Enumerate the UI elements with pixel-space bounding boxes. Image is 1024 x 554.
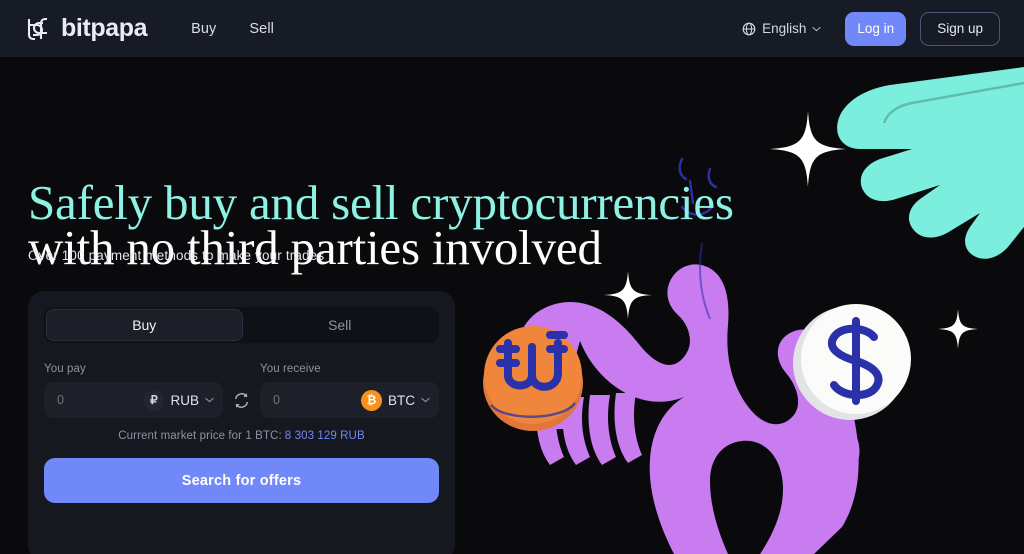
buy-sell-tabs: Buy Sell bbox=[44, 307, 439, 343]
sparkle-star-large bbox=[770, 111, 846, 187]
dollar-coin-icon bbox=[793, 304, 911, 420]
receive-currency-selector[interactable]: ₿ BTC bbox=[361, 389, 430, 411]
chevron-down-icon bbox=[205, 397, 214, 403]
nav-link-buy[interactable]: Buy bbox=[191, 21, 216, 37]
swap-arrows-icon bbox=[235, 392, 248, 408]
mint-hand-icon bbox=[837, 67, 1024, 259]
you-pay-field: You pay ₽ RUB bbox=[44, 363, 223, 418]
swap-currencies-button[interactable] bbox=[223, 382, 260, 418]
receive-currency-code: BTC bbox=[388, 392, 415, 408]
pay-currency-code: RUB bbox=[170, 392, 199, 408]
creature-fingers bbox=[536, 393, 642, 465]
exchange-row: You pay ₽ RUB bbox=[44, 363, 439, 418]
tab-sell[interactable]: Sell bbox=[243, 309, 438, 341]
you-receive-input[interactable] bbox=[273, 393, 347, 407]
language-label: English bbox=[762, 21, 807, 36]
main-nav: Buy Sell bbox=[191, 21, 274, 37]
market-price-note: Current market price for 1 BTC: 8 303 129… bbox=[44, 430, 439, 442]
you-receive-label: You receive bbox=[260, 363, 321, 375]
sparkle-star-small bbox=[938, 309, 978, 349]
hero-subheading: Over 100 payment methods to make your tr… bbox=[28, 248, 325, 263]
headline-line-1: Safely buy and sell cryptocurrencies bbox=[28, 175, 734, 230]
bitpapa-logo-icon bbox=[27, 17, 47, 40]
market-price-value: 8 303 129 RUB bbox=[284, 430, 365, 442]
exchange-card: Buy Sell You pay ₽ RUB bbox=[28, 291, 455, 554]
hero-section: Safely buy and sell cryptocurrencies with… bbox=[0, 57, 1024, 554]
you-pay-label: You pay bbox=[44, 363, 86, 375]
header-actions: English Log in Sign up bbox=[742, 11, 1000, 46]
globe-icon bbox=[742, 22, 756, 35]
you-receive-field: You receive ₿ BTC bbox=[260, 363, 439, 418]
ruble-coin-icon: ₽ bbox=[143, 389, 165, 411]
signup-button[interactable]: Sign up bbox=[920, 11, 1000, 46]
site-header: bitpapa Buy Sell English Log in Sign up bbox=[0, 0, 1024, 57]
pay-currency-selector[interactable]: ₽ RUB bbox=[143, 389, 214, 411]
brand-logo[interactable]: bitpapa bbox=[24, 14, 147, 43]
nav-link-sell[interactable]: Sell bbox=[249, 21, 274, 37]
chevron-down-icon bbox=[421, 397, 430, 403]
you-receive-box: ₿ BTC bbox=[260, 382, 439, 418]
chevron-down-icon bbox=[812, 26, 822, 31]
search-for-offers-button[interactable]: Search for offers bbox=[44, 458, 439, 503]
tab-buy[interactable]: Buy bbox=[46, 309, 243, 341]
you-pay-input[interactable] bbox=[57, 393, 131, 407]
login-button[interactable]: Log in bbox=[845, 11, 907, 46]
bitcoin-coin-icon: ₿ bbox=[361, 389, 382, 411]
language-selector[interactable]: English bbox=[742, 21, 822, 36]
brand-name: bitpapa bbox=[61, 14, 148, 42]
you-pay-box: ₽ RUB bbox=[44, 382, 223, 418]
market-price-label: Current market price for 1 BTC: bbox=[118, 430, 282, 442]
